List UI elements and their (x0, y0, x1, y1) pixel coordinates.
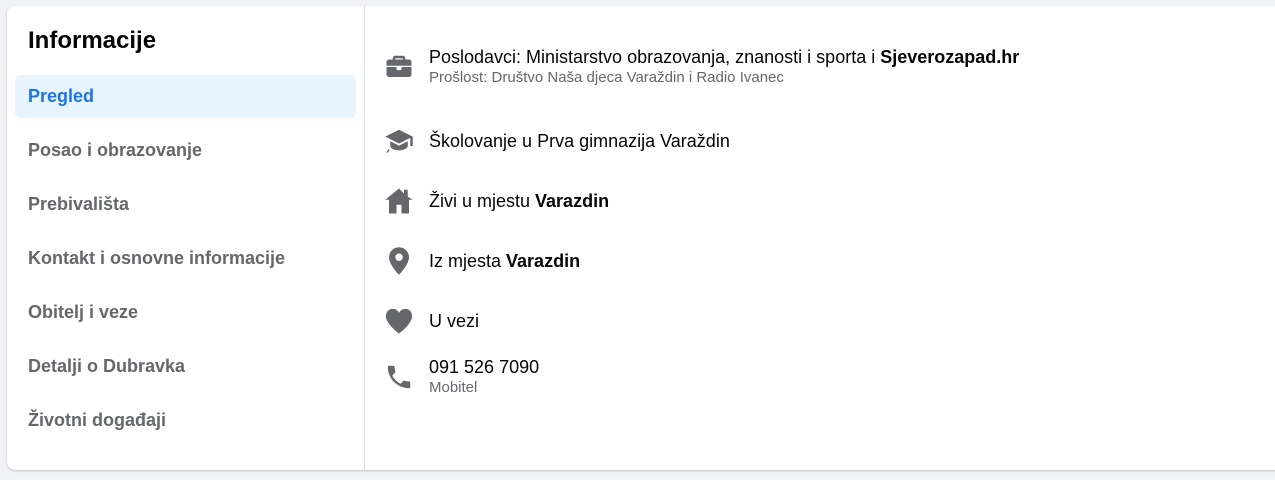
from-city-link[interactable]: Varazdin (506, 251, 580, 271)
heart-icon (383, 305, 415, 337)
location-pin-icon (383, 245, 415, 277)
from-prefix: Iz mjesta (429, 251, 507, 271)
phone-type: Mobitel (429, 379, 478, 396)
phone-icon (383, 361, 415, 393)
phone-number: 091 526 7090 (429, 357, 540, 377)
nav-item-posao-i-obrazovanje[interactable]: Posao i obrazovanje (15, 129, 356, 172)
nav-item-pregled[interactable]: Pregled (15, 75, 356, 118)
lives-city-link[interactable]: Varazdin (535, 191, 609, 211)
nav-item-kontakt[interactable]: Kontakt i osnovne informacije (15, 237, 356, 280)
relationship-text: U vezi (429, 311, 480, 331)
from-text: Iz mjesta Varazdin (429, 250, 580, 272)
sidebar-title: Informacije (28, 27, 157, 54)
work-row: Poslodavci: Ministarstvo obrazovanja, zn… (383, 46, 1019, 87)
nav-item-detalji[interactable]: Detalji o Dubravka (15, 345, 356, 388)
phone-row: 091 526 7090 Mobitel (383, 356, 539, 397)
lives-prefix: Živi u mjestu (429, 191, 536, 211)
work-text: Poslodavci: Ministarstvo obrazovanja, zn… (429, 46, 1019, 68)
home-icon (383, 185, 415, 217)
about-card: Informacije Pregled Posao i obrazovanje … (7, 6, 1275, 470)
education-row: Školovanje u Prva gimnazija Varaždin (383, 125, 730, 157)
graduation-cap-icon (383, 125, 415, 157)
education-text: Školovanje u Prva gimnazija Varaždin (429, 131, 730, 151)
about-sidebar: Informacije Pregled Posao i obrazovanje … (7, 6, 365, 470)
nav-item-prebivalista[interactable]: Prebivališta (15, 183, 356, 226)
work-prefix: Poslodavci: Ministarstvo obrazovanja, zn… (429, 47, 881, 67)
work-employer-link[interactable]: Sjeverozapad.hr (880, 47, 1019, 67)
about-nav: Pregled Posao i obrazovanje Prebivališta… (15, 75, 356, 442)
nav-item-zivotni-dogadaji[interactable]: Životni događaji (15, 399, 356, 442)
relationship-row: U vezi (383, 305, 479, 337)
work-past: Prošlost: Društvo Naša djeca Varaždin i … (429, 69, 784, 86)
lives-row: Živi u mjestu Varazdin (383, 185, 609, 217)
overview-content: Poslodavci: Ministarstvo obrazovanja, zn… (365, 6, 1275, 470)
briefcase-icon (383, 51, 415, 83)
nav-item-obitelj-i-veze[interactable]: Obitelj i veze (15, 291, 356, 334)
lives-text: Živi u mjestu Varazdin (429, 190, 609, 212)
from-row: Iz mjesta Varazdin (383, 245, 580, 277)
